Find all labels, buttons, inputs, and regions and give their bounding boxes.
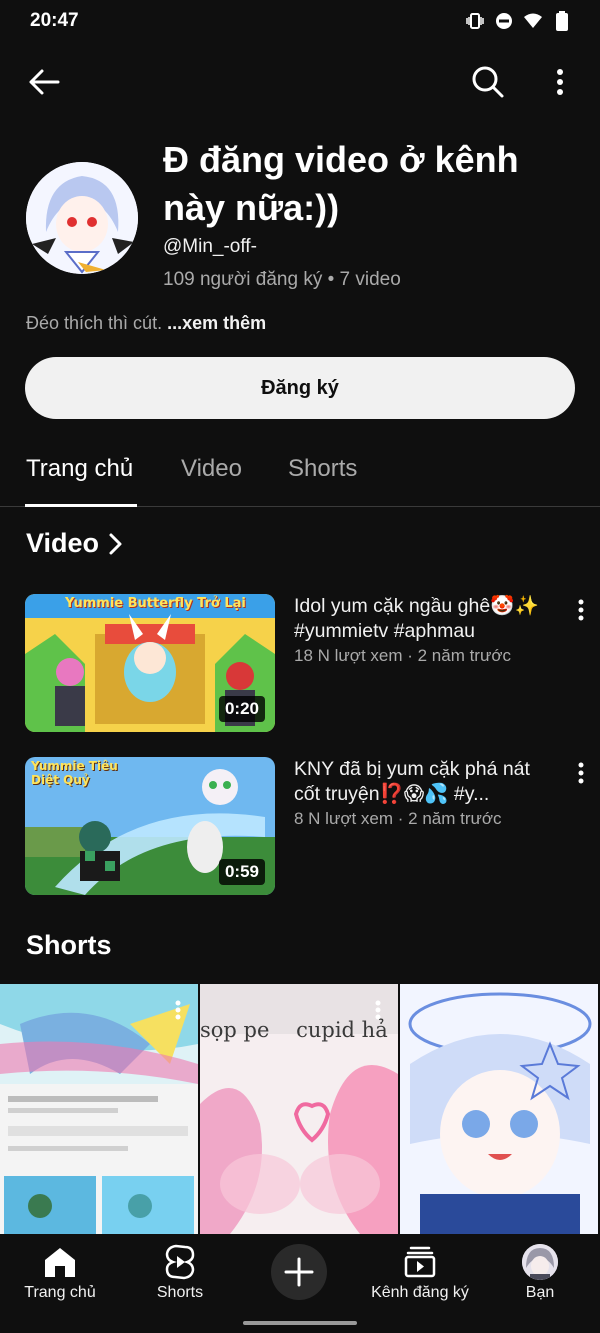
short-item[interactable]: sọp pe cupid hả xyxy=(200,984,398,1234)
description-text: Đéo thích thì cút. xyxy=(26,313,163,333)
home-indicator[interactable] xyxy=(243,1321,357,1325)
video-list-item[interactable]: Yummie Butterfly Trở Lại 0:20 Idol yum c… xyxy=(25,594,585,734)
search-icon xyxy=(472,66,504,98)
nav-shorts-label: Shorts xyxy=(156,1284,204,1301)
active-tab-indicator xyxy=(25,504,137,507)
create-button[interactable] xyxy=(271,1244,327,1300)
top-app-bar xyxy=(0,56,600,108)
video-thumbnail[interactable]: Yummie Tiêu Diệt Quỷ 0:59 xyxy=(25,757,275,895)
channel-title: Đ đăng video ở kênh này nữa:)) xyxy=(163,139,519,228)
nav-home[interactable]: Trang chủ xyxy=(0,1240,120,1302)
channel-avatar[interactable] xyxy=(26,162,138,274)
user-avatar xyxy=(522,1244,558,1280)
more-vert-icon xyxy=(578,762,584,784)
more-vert-icon xyxy=(578,599,584,621)
video-title[interactable]: Idol yum cặk ngầu ghê🤡✨ #yummietv #aphma… xyxy=(294,594,546,644)
channel-description[interactable]: Đéo thích thì cút. ...xem thêm xyxy=(26,313,266,334)
shorts-shelf: sọp pe cupid hả xyxy=(0,984,600,1234)
arrow-back-icon xyxy=(29,69,60,95)
plus-icon xyxy=(284,1257,314,1287)
tab-video[interactable]: Video xyxy=(181,455,242,483)
video-more-button[interactable] xyxy=(569,759,593,787)
more-vert-icon xyxy=(175,1000,181,1020)
videos-section-header[interactable]: Video xyxy=(26,528,123,559)
video-duration: 0:59 xyxy=(218,859,265,885)
channel-tabs: Trang chủ Video Shorts xyxy=(0,440,600,507)
shorts-section-title: Shorts xyxy=(26,930,112,960)
nav-shorts[interactable]: Shorts xyxy=(120,1240,240,1302)
channel-stats: 109 người đăng ký • 7 video xyxy=(163,269,401,290)
status-bar: 20:47 xyxy=(0,0,600,44)
video-thumbnail[interactable]: Yummie Butterfly Trở Lại 0:20 xyxy=(25,594,275,732)
short-more-button[interactable] xyxy=(168,996,188,1024)
search-button[interactable] xyxy=(468,64,508,100)
video-list-item[interactable]: Yummie Tiêu Diệt Quỷ 0:59 KNY đã bị yum … xyxy=(25,757,585,897)
subscribe-button[interactable]: Đăng ký xyxy=(25,357,575,419)
nav-you-label: Bạn xyxy=(525,1284,555,1301)
more-options-button[interactable] xyxy=(542,64,578,100)
status-icons xyxy=(465,11,572,31)
bottom-navigation: Trang chủ Shorts Kênh đăng ký Bạn xyxy=(0,1234,600,1333)
shorts-icon xyxy=(165,1244,195,1280)
chevron-right-icon xyxy=(109,533,122,554)
subscriptions-icon xyxy=(404,1246,436,1278)
tab-home[interactable]: Trang chủ xyxy=(26,455,133,483)
nav-home-label: Trang chủ xyxy=(24,1284,96,1301)
do-not-disturb-icon xyxy=(494,11,514,31)
video-title[interactable]: KNY đã bị yum cặk phá nát cốt truyện⁉️😱💦… xyxy=(294,757,546,807)
videos-section-title: Video xyxy=(26,528,100,558)
back-button[interactable] xyxy=(24,64,64,100)
video-meta: 18 N lượt xem · 2 năm trước xyxy=(294,646,511,665)
video-meta: 8 N lượt xem · 2 năm trước xyxy=(294,809,502,828)
nav-subscriptions[interactable]: Kênh đăng ký xyxy=(360,1240,480,1302)
more-vert-icon xyxy=(375,1000,381,1020)
vibrate-icon xyxy=(465,11,485,31)
home-icon xyxy=(45,1248,75,1277)
wifi-icon xyxy=(523,11,543,31)
nav-subscriptions-label: Kênh đăng ký xyxy=(371,1284,469,1301)
battery-icon xyxy=(552,11,572,31)
video-more-button[interactable] xyxy=(569,596,593,624)
status-time: 20:47 xyxy=(30,10,79,31)
tab-shorts[interactable]: Shorts xyxy=(288,455,357,483)
short-more-button[interactable] xyxy=(368,996,388,1024)
channel-handle: @Min_-off- xyxy=(163,236,257,257)
more-vert-icon xyxy=(557,69,563,95)
nav-you[interactable]: Bạn xyxy=(480,1240,600,1302)
short-item[interactable] xyxy=(400,984,598,1234)
show-more-link[interactable]: ...xem thêm xyxy=(167,313,266,333)
shorts-section-header: Shorts xyxy=(26,930,112,961)
video-duration: 0:20 xyxy=(218,696,265,722)
thumbnail-caption: Yummie Butterfly Trở Lại xyxy=(65,596,246,611)
short-item[interactable] xyxy=(0,984,198,1234)
thumbnail-caption: Yummie Tiêu Diệt Quỷ xyxy=(31,759,118,787)
